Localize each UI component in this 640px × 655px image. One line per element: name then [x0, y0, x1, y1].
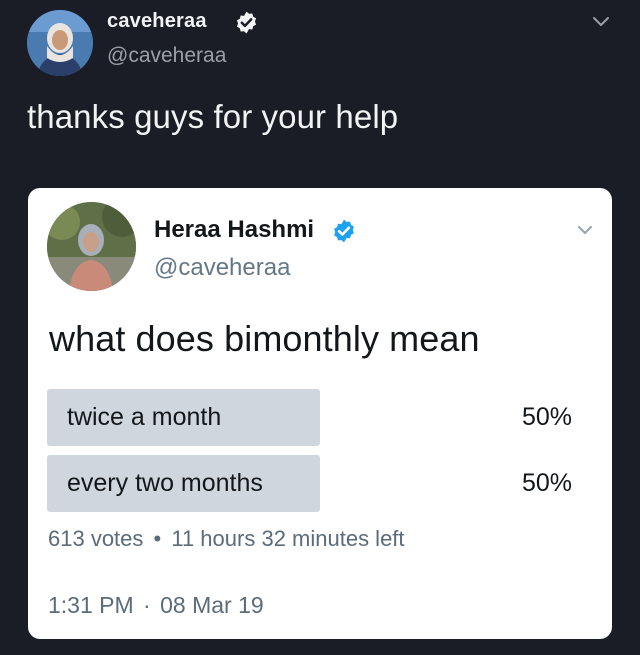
quoted-display-name[interactable]: Heraa Hashmi: [154, 216, 314, 244]
outer-display-name[interactable]: caveheraa: [107, 10, 207, 33]
avatar-photo-icon: [27, 10, 93, 76]
poll-option-percent: 50%: [521, 403, 572, 431]
verified-badge-icon: [234, 10, 259, 35]
quoted-avatar[interactable]: [47, 202, 136, 291]
chevron-down-icon[interactable]: [575, 220, 595, 240]
poll-option[interactable]: twice a month 50%: [47, 389, 592, 446]
poll-option[interactable]: every two months 50%: [47, 455, 592, 512]
outer-tweet-text: thanks guys for your help: [27, 98, 399, 135]
outer-handle[interactable]: @caveheraa: [107, 44, 226, 68]
avatar-photo-icon: [47, 202, 136, 291]
quoted-tweet-text: what does bimonthly mean: [49, 318, 480, 359]
poll-option-percent: 50%: [521, 469, 572, 497]
timestamp-separator: ·: [143, 592, 151, 618]
quoted-handle[interactable]: @caveheraa: [154, 254, 290, 282]
quoted-tweet-card[interactable]: Heraa Hashmi @caveheraa what does bimont…: [28, 188, 612, 639]
timestamp-date: 08 Mar 19: [160, 592, 264, 618]
poll-option-label: every two months: [67, 469, 263, 497]
poll-time-left: 11 hours 32 minutes left: [171, 526, 405, 551]
poll-meta-separator: •: [153, 526, 162, 551]
poll-vote-count: 613 votes: [48, 526, 144, 551]
timestamp-time: 1:31 PM: [48, 592, 134, 618]
outer-avatar[interactable]: [27, 10, 93, 76]
poll-option-label: twice a month: [67, 403, 222, 431]
verified-badge-icon: [331, 218, 357, 244]
tweet-timestamp[interactable]: 1:31 PM · 08 Mar 19: [48, 592, 264, 619]
outer-tweet-header: caveheraa @caveheraa: [0, 0, 640, 80]
poll-meta: 613 votes • 11 hours 32 minutes left: [48, 526, 405, 552]
chevron-down-icon[interactable]: [590, 10, 612, 32]
